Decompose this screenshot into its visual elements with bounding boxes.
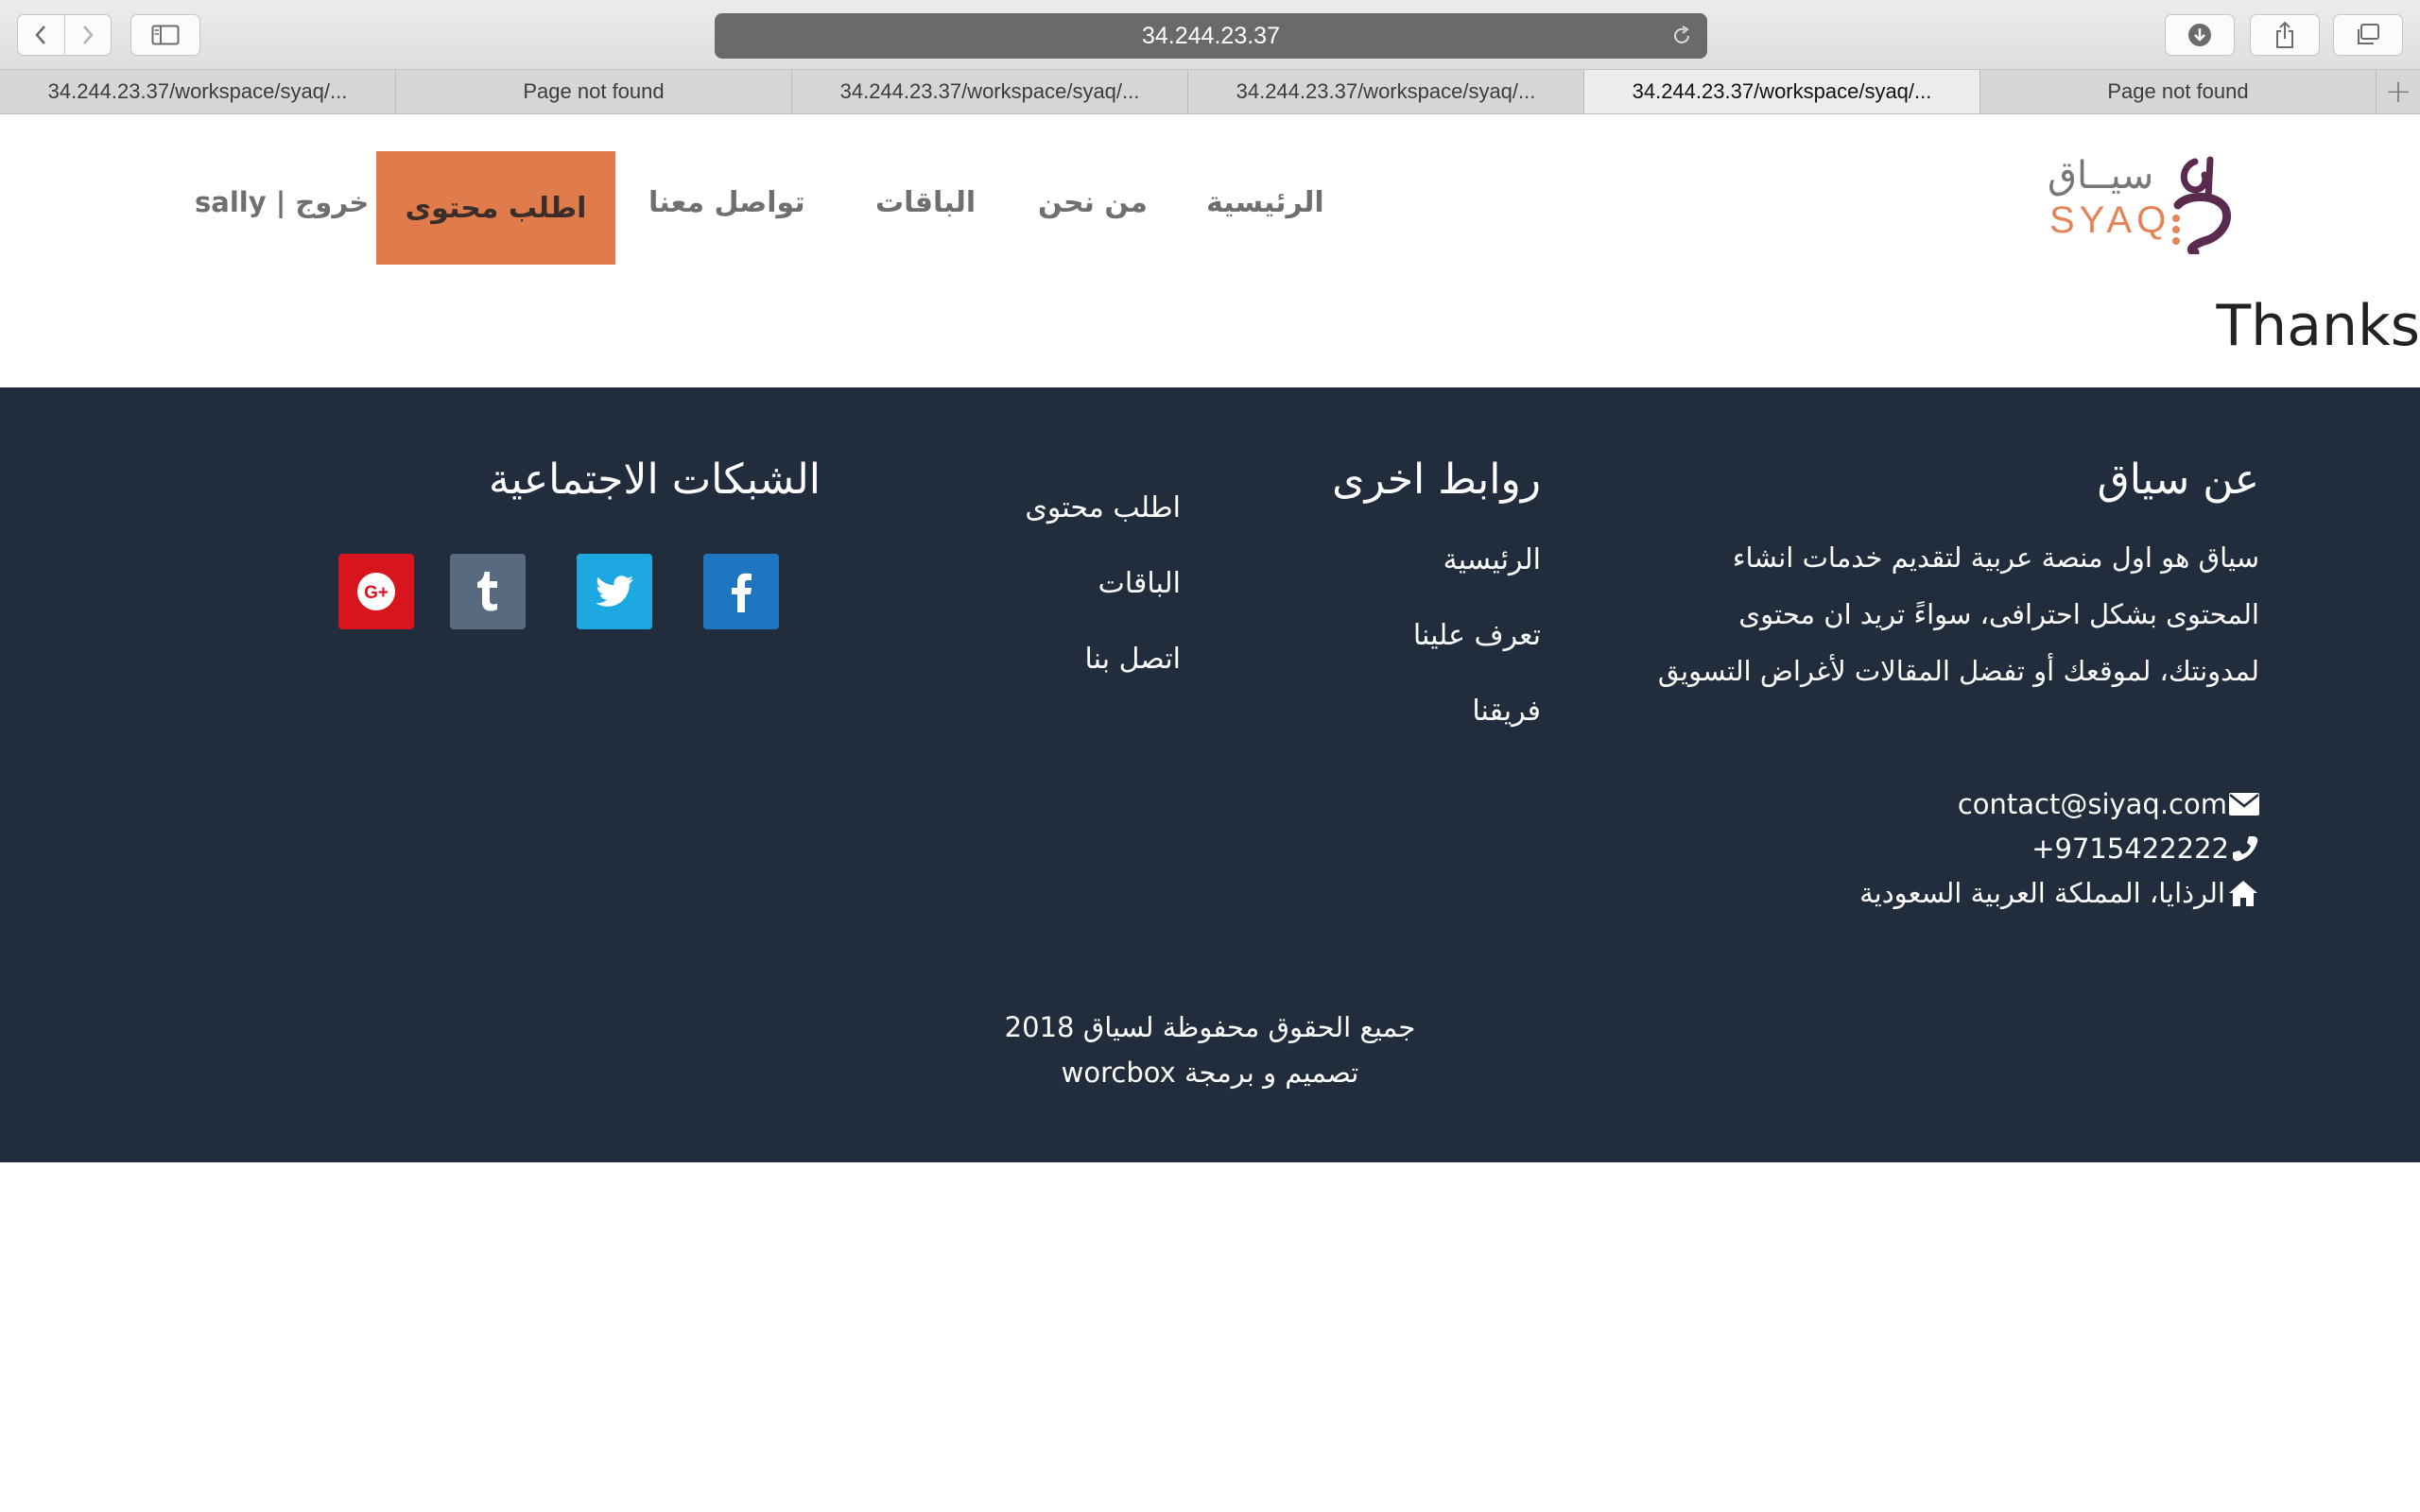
nav-about[interactable]: من نحن — [1038, 186, 1148, 219]
footer-about-title: عن سياق — [2097, 455, 2259, 504]
logo-arabic-text: سيــاق — [2048, 154, 2154, 198]
contact-email: contact@siyaq.com — [1958, 788, 2259, 820]
credit-text: تصميم و برمجة worcbox — [1061, 1057, 1359, 1089]
envelope-icon — [2229, 793, 2259, 816]
phone-icon — [2233, 836, 2258, 862]
nav-contact[interactable]: تواصل معنا — [648, 186, 805, 219]
site-logo[interactable]: سيــاق SYAQ — [2048, 154, 2238, 258]
browser-tab[interactable]: 34.244.23.37/workspace/syaq/... — [792, 70, 1188, 113]
twitter-button[interactable] — [577, 554, 652, 629]
facebook-icon — [732, 573, 752, 612]
browser-tab[interactable]: Page not found — [396, 70, 792, 113]
new-tab-button[interactable]: + — [2377, 70, 2420, 113]
footer-social-title: الشبكات الاجتماعية — [488, 455, 821, 504]
svg-text:G+: G+ — [364, 583, 389, 603]
footer-link-packages[interactable]: الباقات — [1098, 567, 1181, 600]
browser-tab[interactable]: Page not found — [1980, 70, 2377, 113]
tabs-icon — [2358, 24, 2379, 44]
nav-packages[interactable]: الباقات — [875, 186, 976, 219]
reload-button[interactable] — [1669, 24, 1694, 55]
thanks-message: Thanks — [2216, 293, 2420, 359]
footer-link-team[interactable]: فريقنا — [1472, 695, 1541, 728]
contact-address: الرذايا، المملكة العربية السعودية — [1859, 877, 2259, 909]
address-text-footer: الرذايا، المملكة العربية السعودية — [1859, 877, 2225, 909]
chevron-left-icon — [35, 26, 46, 44]
footer-link-about[interactable]: تعرف علينا — [1413, 619, 1541, 652]
logo-english-text: SYAQ — [2049, 199, 2171, 241]
downloads-button[interactable] — [2165, 14, 2235, 56]
chevron-right-icon — [82, 26, 94, 44]
logo-mark-icon — [2172, 156, 2231, 254]
nav-home[interactable]: الرئيسية — [1206, 186, 1324, 219]
browser-tab[interactable]: 34.244.23.37/workspace/syaq/... — [1188, 70, 1584, 113]
user-logout-link[interactable]: sally | خروج — [195, 186, 369, 218]
tab-bar: 34.244.23.37/workspace/syaq/... Page not… — [0, 70, 2420, 114]
footer-link-request[interactable]: اطلب محتوى — [1025, 491, 1181, 524]
download-icon — [2188, 24, 2211, 46]
share-icon — [2276, 21, 2293, 48]
facebook-button[interactable] — [703, 554, 779, 629]
browser-tab-active[interactable]: 34.244.23.37/workspace/syaq/... — [1584, 70, 1980, 113]
browser-toolbar: 34.244.23.37 — [0, 0, 2420, 70]
twitter-icon — [596, 576, 633, 607]
footer-link-home[interactable]: الرئيسية — [1443, 543, 1541, 576]
forward-button[interactable] — [65, 15, 112, 55]
back-button[interactable] — [18, 15, 65, 55]
site-header: سيــاق SYAQ الرئيسية من نحن الباقات تواص… — [0, 114, 2420, 275]
site-footer: عن سياق سياق هو اول منصة عربية لتقديم خد… — [0, 387, 2420, 1162]
google-plus-button[interactable]: G+ — [338, 554, 414, 629]
address-bar[interactable]: 34.244.23.37 — [715, 13, 1707, 59]
copyright-text: جميع الحقوق محفوظة لسياق 2018 — [1004, 1011, 1416, 1043]
footer-link-contact[interactable]: اتصل بنا — [1085, 643, 1182, 676]
contact-phone: +9715422222 — [2031, 833, 2259, 865]
sidebar-icon — [151, 25, 180, 45]
footer-about-text: سياق هو اول منصة عربية لتقديم خدمات انشا… — [1657, 541, 2259, 687]
sidebar-toggle-button[interactable] — [130, 14, 200, 56]
phone-text: +9715422222 — [2031, 833, 2229, 865]
browser-tab[interactable]: 34.244.23.37/workspace/syaq/... — [0, 70, 396, 113]
share-button[interactable] — [2250, 14, 2320, 56]
google-plus-icon: G+ — [357, 573, 395, 610]
tumblr-icon — [477, 572, 497, 611]
history-nav — [17, 14, 112, 56]
home-icon — [2229, 881, 2257, 906]
tab-overview-button[interactable] — [2333, 14, 2403, 56]
tumblr-button[interactable] — [450, 554, 526, 629]
request-content-button[interactable]: اطلب محتوى — [376, 151, 615, 265]
footer-links-title: روابط اخرى — [1332, 455, 1541, 504]
address-text: 34.244.23.37 — [1142, 22, 1280, 49]
reload-icon — [1674, 26, 1689, 43]
email-text[interactable]: contact@siyaq.com — [1958, 788, 2227, 820]
